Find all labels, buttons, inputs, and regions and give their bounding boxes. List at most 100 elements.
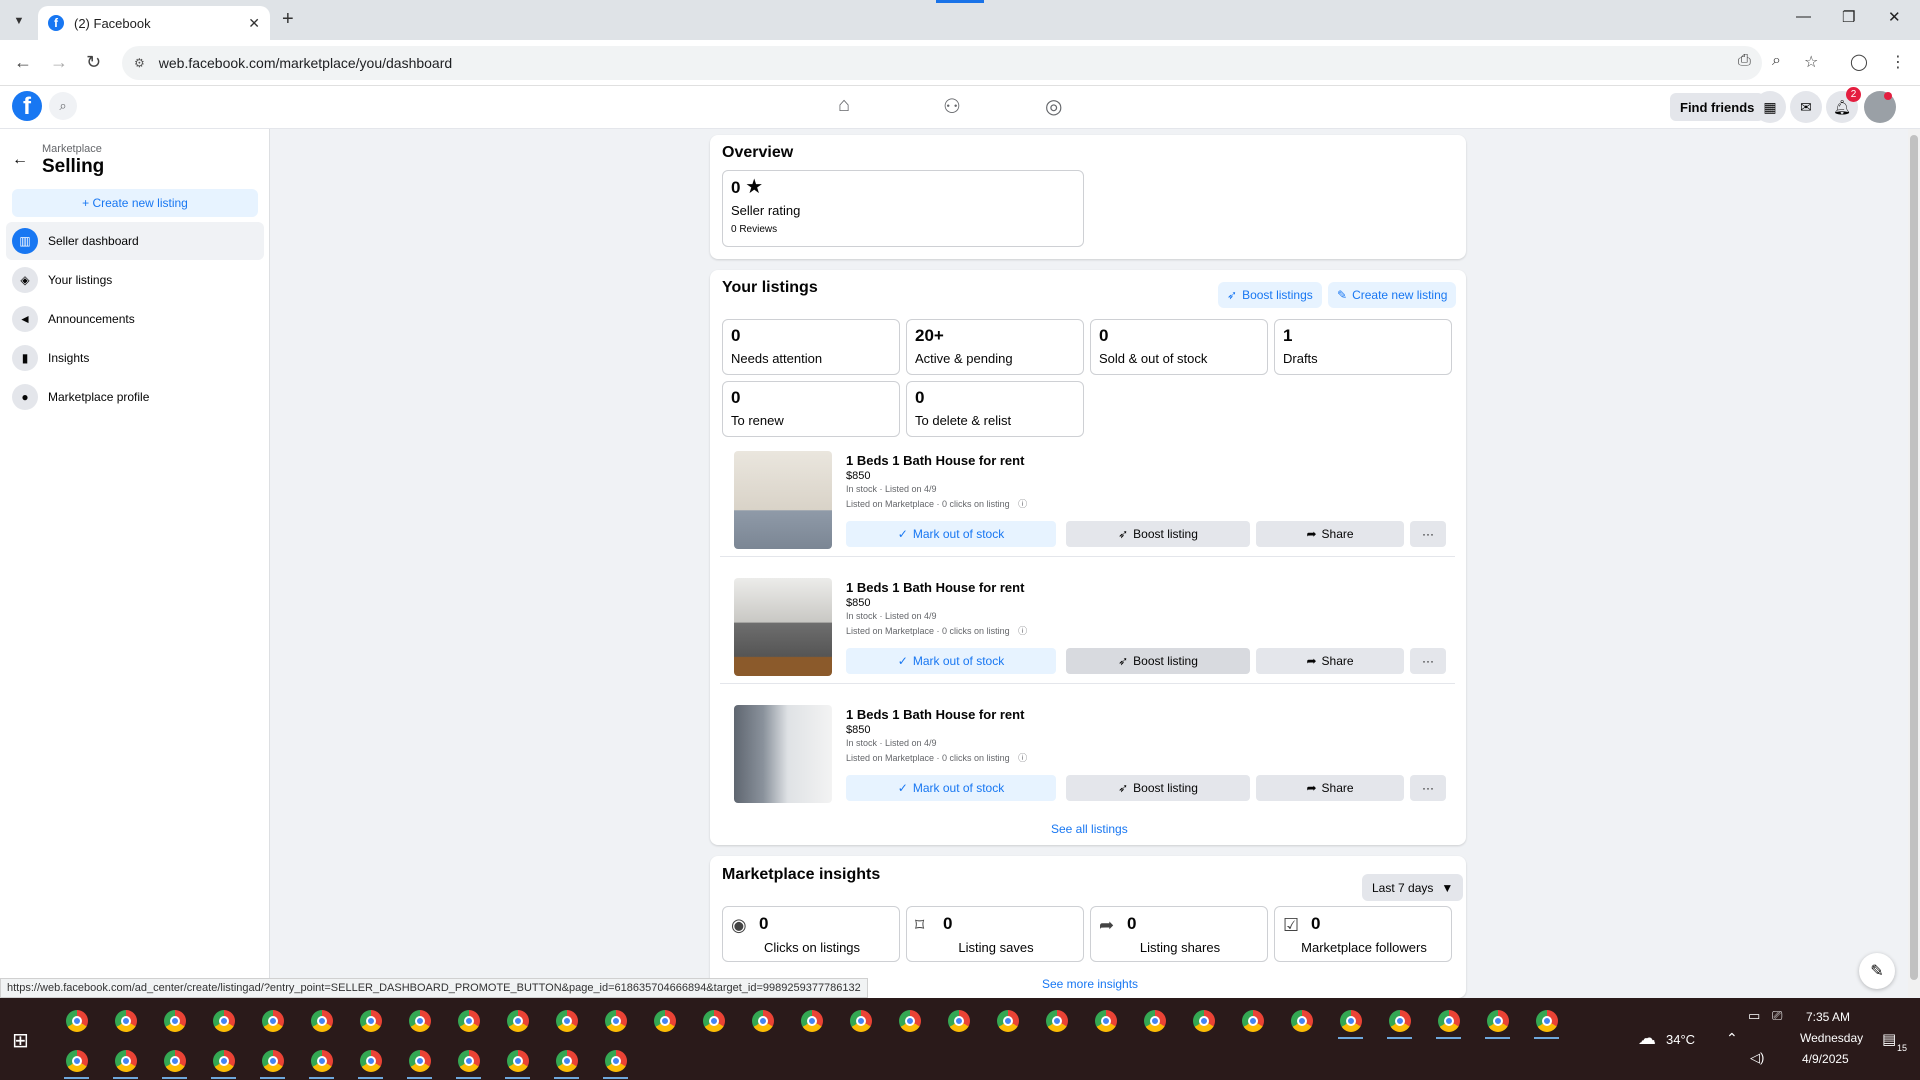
- taskbar-chrome-icon[interactable]: [395, 1042, 444, 1080]
- see-more-insights-link[interactable]: See more insights: [1042, 977, 1138, 991]
- taskbar-chrome-icon[interactable]: [1473, 1002, 1522, 1040]
- boost-listing-button[interactable]: ➶ Boost listing: [1066, 648, 1250, 674]
- taskbar-chrome-icon[interactable]: [150, 1002, 199, 1040]
- listing-item[interactable]: 1 Beds 1 Bath House for rent $850 In sto…: [720, 443, 1455, 557]
- taskbar-chrome-icon[interactable]: [1424, 1002, 1473, 1040]
- sidebar-item-marketplace-profile[interactable]: ● Marketplace profile: [6, 378, 264, 416]
- browser-menu-icon[interactable]: ⋮: [1890, 52, 1906, 72]
- sidebar-item-announcements[interactable]: ◄ Announcements: [6, 300, 264, 338]
- taskbar-chrome-icon[interactable]: [738, 1002, 787, 1040]
- taskbar-chrome-icon[interactable]: [493, 1042, 542, 1080]
- taskbar-chrome-icon[interactable]: [150, 1042, 199, 1080]
- taskbar-chrome-icon[interactable]: [689, 1002, 738, 1040]
- browser-tab[interactable]: f (2) Facebook ✕: [38, 6, 270, 40]
- find-friends-button[interactable]: Find friends: [1670, 93, 1765, 121]
- taskbar-chrome-icon[interactable]: [1081, 1002, 1130, 1040]
- taskbar-chrome-icon[interactable]: [1228, 1002, 1277, 1040]
- taskbar-chrome-icon[interactable]: [52, 1042, 101, 1080]
- address-bar[interactable]: ⚙ web.facebook.com/marketplace/you/dashb…: [122, 46, 1762, 80]
- stat-drafts[interactable]: 1 Drafts: [1274, 319, 1452, 375]
- taskbar-chrome-icon[interactable]: [1130, 1002, 1179, 1040]
- window-close-icon[interactable]: ✕: [1888, 8, 1901, 26]
- tray-network-icon[interactable]: ▭: [1748, 1008, 1760, 1024]
- groups-icon[interactable]: ◎: [1045, 94, 1062, 119]
- taskbar-chrome-icon[interactable]: [787, 1002, 836, 1040]
- messenger-icon[interactable]: ✉: [1790, 91, 1822, 123]
- weather-icon[interactable]: ☁: [1638, 1028, 1656, 1049]
- taskbar-chrome-icon[interactable]: [297, 1002, 346, 1040]
- facebook-logo-icon[interactable]: f: [12, 91, 42, 121]
- install-app-icon[interactable]: ⎙: [1738, 52, 1751, 70]
- taskbar-chrome-icon[interactable]: [1277, 1002, 1326, 1040]
- taskbar-chrome-icon[interactable]: [444, 1042, 493, 1080]
- tab-close-icon[interactable]: ✕: [248, 15, 260, 32]
- compose-message-icon[interactable]: ✎: [1859, 953, 1895, 989]
- mark-out-of-stock-button[interactable]: ✓ Mark out of stock: [846, 775, 1056, 801]
- taskbar-chrome-icon[interactable]: [444, 1002, 493, 1040]
- friends-icon[interactable]: ⚇: [943, 94, 961, 119]
- taskbar-chrome-icon[interactable]: [248, 1042, 297, 1080]
- taskbar-chrome-icon[interactable]: [542, 1002, 591, 1040]
- forward-icon[interactable]: →: [50, 52, 68, 73]
- taskbar-chrome-icon[interactable]: [983, 1002, 1032, 1040]
- sidebar-item-your-listings[interactable]: ◈ Your listings: [6, 261, 264, 299]
- taskbar-chrome-icon[interactable]: [542, 1042, 591, 1080]
- action-center-icon[interactable]: ▤: [1882, 1030, 1896, 1048]
- insight-saves[interactable]: ⌑ 0 Listing saves: [906, 906, 1084, 962]
- home-icon[interactable]: ⌂: [838, 94, 850, 117]
- new-tab-icon[interactable]: +: [282, 8, 294, 31]
- zoom-icon[interactable]: ⌕: [1772, 52, 1781, 70]
- insight-shares[interactable]: ➦ 0 Listing shares: [1090, 906, 1268, 962]
- profile-icon[interactable]: ◯: [1850, 52, 1868, 72]
- more-options-button[interactable]: ···: [1410, 775, 1446, 801]
- taskbar-chrome-icon[interactable]: [934, 1002, 983, 1040]
- taskbar-chrome-icon[interactable]: [199, 1002, 248, 1040]
- stat-sold-out[interactable]: 0 Sold & out of stock: [1090, 319, 1268, 375]
- stat-needs-attention[interactable]: 0 Needs attention: [722, 319, 900, 375]
- date-range-dropdown[interactable]: Last 7 days ▼: [1362, 874, 1464, 901]
- taskbar-chrome-icon[interactable]: [591, 1002, 640, 1040]
- listing-title[interactable]: 1 Beds 1 Bath House for rent: [846, 580, 1024, 595]
- breadcrumb[interactable]: Marketplace: [42, 143, 102, 155]
- scrollbar-thumb[interactable]: [1910, 135, 1918, 980]
- stat-active-pending[interactable]: 20+ Active & pending: [906, 319, 1084, 375]
- more-options-button[interactable]: ···: [1410, 648, 1446, 674]
- menu-grid-icon[interactable]: ▦: [1754, 91, 1786, 123]
- tab-search-icon[interactable]: ▼: [8, 10, 30, 32]
- volume-icon[interactable]: ◁): [1750, 1050, 1764, 1066]
- listing-title[interactable]: 1 Beds 1 Bath House for rent: [846, 453, 1024, 468]
- minimize-icon[interactable]: —: [1796, 8, 1811, 25]
- taskbar-chrome-icon[interactable]: [101, 1002, 150, 1040]
- taskbar-chrome-icon[interactable]: [640, 1002, 689, 1040]
- mark-out-of-stock-button[interactable]: ✓ Mark out of stock: [846, 648, 1056, 674]
- taskbar-chrome-icon[interactable]: [1522, 1002, 1571, 1040]
- boost-listings-button[interactable]: ➶ Boost listings: [1218, 282, 1322, 308]
- share-button[interactable]: ➦ Share: [1256, 775, 1404, 801]
- sidebar-item-insights[interactable]: ▮ Insights: [6, 339, 264, 377]
- taskbar-chrome-icon[interactable]: [493, 1002, 542, 1040]
- insight-clicks[interactable]: ◉ 0 Clicks on listings: [722, 906, 900, 962]
- taskbar-chrome-icon[interactable]: [885, 1002, 934, 1040]
- stat-to-renew[interactable]: 0 To renew: [722, 381, 900, 437]
- taskbar-chrome-icon[interactable]: [248, 1002, 297, 1040]
- taskbar-chrome-icon[interactable]: [346, 1002, 395, 1040]
- listing-photo[interactable]: [734, 578, 832, 676]
- bookmark-star-icon[interactable]: ☆: [1804, 52, 1818, 72]
- tray-chevron-icon[interactable]: ⌃: [1726, 1030, 1738, 1047]
- taskbar-chrome-icon[interactable]: [836, 1002, 885, 1040]
- clock-day[interactable]: Wednesday: [1800, 1031, 1863, 1045]
- listing-photo[interactable]: [734, 705, 832, 803]
- reload-icon[interactable]: ↻: [86, 52, 101, 73]
- taskbar-chrome-icon[interactable]: [1179, 1002, 1228, 1040]
- tray-display-icon[interactable]: ⎚: [1772, 1008, 1782, 1024]
- create-new-listing-button[interactable]: + Create new listing: [12, 189, 258, 217]
- seller-rating-card[interactable]: 0 ★ Seller rating 0 Reviews: [722, 170, 1084, 247]
- see-all-listings-link[interactable]: See all listings: [1051, 822, 1128, 836]
- back-arrow-icon[interactable]: ←: [12, 151, 28, 169]
- create-listing-button[interactable]: ✎ Create new listing: [1328, 282, 1457, 308]
- taskbar-chrome-icon[interactable]: [1326, 1002, 1375, 1040]
- taskbar-chrome-icon[interactable]: [297, 1042, 346, 1080]
- taskbar-chrome-icon[interactable]: [101, 1042, 150, 1080]
- clock-time[interactable]: 7:35 AM: [1806, 1010, 1850, 1024]
- taskbar-chrome-icon[interactable]: [346, 1042, 395, 1080]
